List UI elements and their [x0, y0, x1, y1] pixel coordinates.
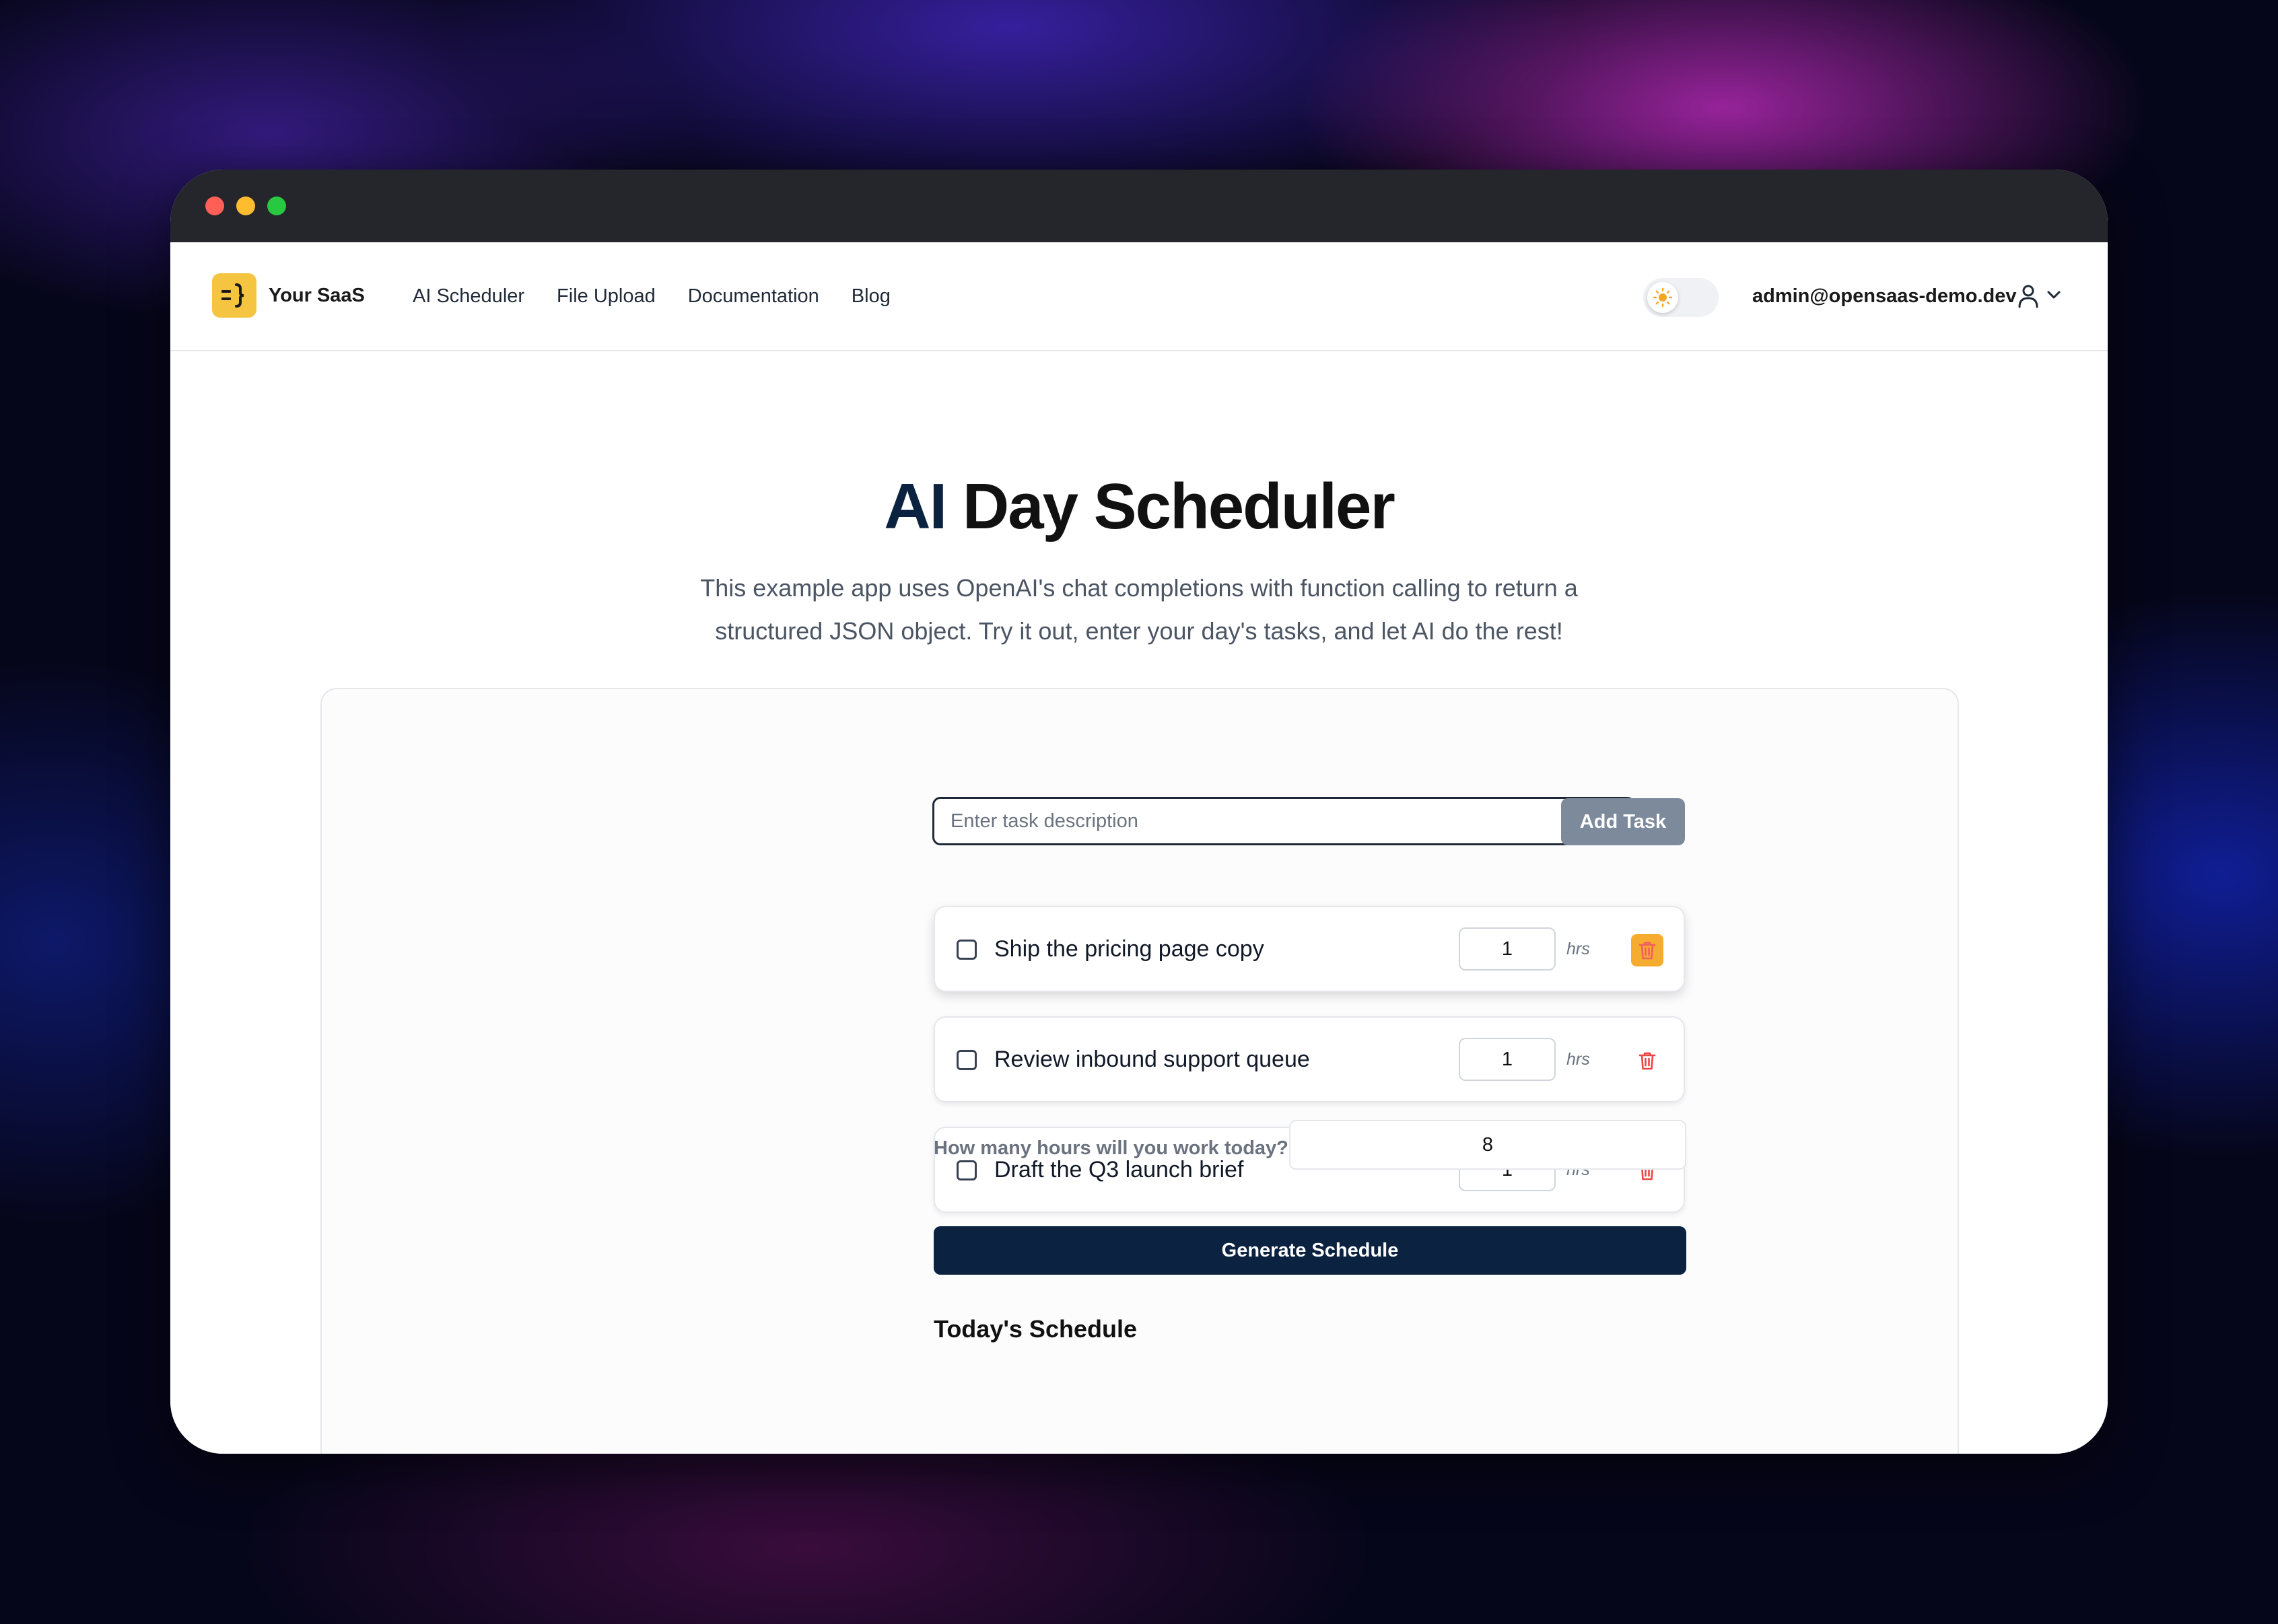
trash-icon	[1638, 1052, 1656, 1070]
task-item: Ship the pricing page copy 1 hrs	[934, 906, 1685, 992]
delete-task-button[interactable]	[1631, 1045, 1663, 1077]
nav-link-file-upload[interactable]: File Upload	[557, 285, 656, 308]
task-hours-input[interactable]: 1	[1459, 1038, 1556, 1081]
chevron-down-icon[interactable]	[2046, 289, 2062, 304]
user-icon[interactable]	[2017, 284, 2039, 312]
window-titlebar	[170, 170, 2108, 242]
task-checkbox[interactable]	[957, 1050, 977, 1070]
nav-links: AI Scheduler File Upload Documentation B…	[413, 242, 923, 350]
title-rest: Day Scheduler	[962, 470, 1395, 542]
task-checkbox[interactable]	[957, 940, 977, 960]
add-task-button[interactable]: Add Task	[1561, 798, 1685, 845]
close-window-button[interactable]	[205, 197, 224, 215]
nav-link-ai-scheduler[interactable]: AI Scheduler	[413, 285, 524, 308]
title-accent: AI	[884, 470, 947, 542]
delete-task-button[interactable]	[1631, 934, 1663, 966]
generate-schedule-button[interactable]: Generate Schedule	[934, 1226, 1686, 1275]
page-subtitle: This example app uses OpenAI's chat comp…	[700, 574, 1578, 645]
theme-toggle[interactable]	[1643, 278, 1719, 317]
user-email[interactable]: admin@opensaas-demo.dev	[1752, 242, 2017, 350]
task-item: Review inbound support queue 1 hrs	[934, 1016, 1685, 1102]
schedule-heading: Today's Schedule	[934, 1315, 1137, 1343]
browser-window: Your SaaS AI Scheduler File Upload Docum…	[170, 170, 2108, 1454]
work-hours-input[interactable]: 8	[1289, 1120, 1686, 1170]
page-title: AI Day Scheduler	[170, 470, 2108, 544]
task-description-input[interactable]: Enter task description	[932, 797, 1635, 845]
nav-link-blog[interactable]: Blog	[852, 285, 891, 308]
trash-icon	[1638, 942, 1656, 960]
task-description: Review inbound support queue	[994, 1047, 1310, 1072]
brand-name: Your SaaS	[269, 284, 365, 306]
nav-link-documentation[interactable]: Documentation	[688, 285, 819, 308]
brace-logo-icon	[212, 273, 256, 318]
task-description: Ship the pricing page copy	[994, 936, 1264, 962]
work-hours-label: How many hours will you work today?	[934, 1137, 1288, 1159]
task-hours-input[interactable]: 1	[1459, 927, 1556, 970]
hours-unit-label: hrs	[1566, 940, 1590, 958]
main-content: AI Day Scheduler This example app uses O…	[170, 351, 2108, 1454]
hours-unit-label: hrs	[1566, 1050, 1590, 1069]
maximize-window-button[interactable]	[267, 197, 286, 215]
sun-icon	[1647, 282, 1678, 313]
brand-link[interactable]: Your SaaS	[212, 273, 365, 318]
minimize-window-button[interactable]	[236, 197, 255, 215]
navbar: Your SaaS AI Scheduler File Upload Docum…	[170, 242, 2108, 351]
